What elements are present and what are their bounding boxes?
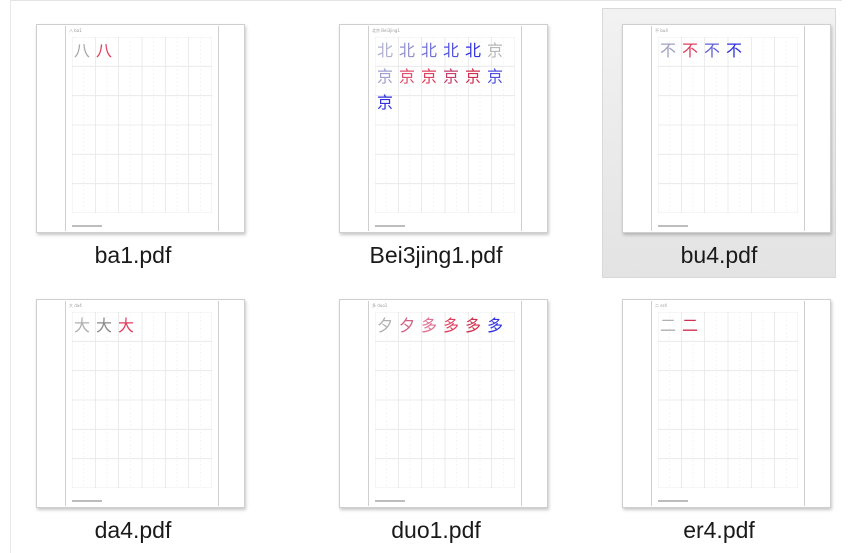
file-name-label: bu4.pdf	[680, 242, 758, 268]
stroke-order-characters: 大大大	[72, 313, 218, 339]
sheet-header-text: 不 bu4	[655, 28, 668, 33]
stroke-character: 北	[464, 41, 483, 60]
stroke-character: 北	[442, 41, 461, 60]
pdf-page-preview: 多 duo1 夕夕多多多多	[368, 301, 522, 506]
pdf-thumbnail: 多 duo1 夕夕多多多多	[339, 299, 548, 508]
stroke-character: 京	[486, 67, 505, 86]
stroke-character: 北	[398, 41, 417, 60]
sheet-footer-mark	[658, 225, 688, 227]
file-name-label: er4.pdf	[683, 517, 755, 543]
stroke-character: 大	[73, 316, 92, 335]
stroke-character: 多	[420, 316, 439, 335]
file-item[interactable]: 二 er4 二二 er4.pdf	[602, 283, 836, 553]
stroke-character: 不	[681, 41, 700, 60]
sheet-header-text: 北京 Bei3jing1	[372, 28, 400, 33]
file-name-label: ba1.pdf	[94, 242, 172, 268]
stroke-character: 二	[659, 316, 678, 335]
left-border	[10, 0, 11, 553]
stroke-character: 京	[376, 67, 395, 86]
stroke-character: 大	[117, 316, 136, 335]
pdf-thumbnail: 二 er4 二二	[622, 299, 831, 508]
stroke-character: 大	[95, 316, 114, 335]
pdf-page-preview: 大 da4 大大大	[65, 301, 219, 506]
stroke-character: 二	[681, 316, 700, 335]
sheet-header-text: 二 er4	[655, 303, 667, 308]
file-item[interactable]: 八 ba1 八八 ba1.pdf	[16, 8, 250, 278]
stroke-character: 京	[398, 67, 417, 86]
sheet-header-text: 多 duo1	[372, 303, 388, 308]
file-item[interactable]: 大 da4 大大大 da4.pdf	[16, 283, 250, 553]
stroke-character: 京	[486, 41, 505, 60]
top-border	[10, 0, 842, 1]
pdf-page-preview: 不 bu4 不不不不	[651, 26, 805, 231]
stroke-character: 多	[464, 316, 483, 335]
sheet-footer-mark	[72, 500, 102, 502]
pdf-page-preview: 二 er4 二二	[651, 301, 805, 506]
stroke-character: 多	[442, 316, 461, 335]
stroke-order-characters: 夕夕多多多多	[375, 313, 521, 339]
file-name-label: Bei3jing1.pdf	[369, 242, 503, 268]
pdf-thumbnail: 北京 Bei3jing1 北北北北北京京京京京京京京	[339, 24, 548, 233]
stroke-character: 夕	[376, 316, 395, 335]
file-item[interactable]: 多 duo1 夕夕多多多多 duo1.pdf	[319, 283, 553, 553]
file-name-label: da4.pdf	[94, 517, 172, 543]
stroke-character: 八	[95, 41, 114, 60]
stroke-character: 京	[442, 67, 461, 86]
file-item[interactable]: 不 bu4 不不不不 bu4.pdf	[602, 8, 836, 278]
stroke-character: 京	[420, 67, 439, 86]
sheet-footer-mark	[658, 500, 688, 502]
stroke-character: 夕	[398, 316, 417, 335]
sheet-header-text: 大 da4	[69, 303, 82, 308]
pdf-thumbnail: 八 ba1 八八	[36, 24, 245, 233]
sheet-header-text: 八 ba1	[69, 28, 82, 33]
pdf-page-preview: 八 ba1 八八	[65, 26, 219, 231]
file-name-label: duo1.pdf	[391, 517, 481, 543]
pdf-thumbnail: 不 bu4 不不不不	[622, 24, 831, 233]
file-browser-window: 八 ba1 八八 ba1.pdf 北京 Bei3jing1 北北北北北京京京京京京京京 B…	[0, 0, 852, 553]
stroke-character: 不	[659, 41, 678, 60]
stroke-order-characters: 二二	[658, 313, 804, 339]
stroke-order-characters: 八八	[72, 38, 218, 64]
stroke-character: 京	[376, 93, 395, 112]
stroke-character: 八	[73, 41, 92, 60]
stroke-character: 多	[486, 316, 505, 335]
stroke-character: 北	[420, 41, 439, 60]
stroke-character: 北	[376, 41, 395, 60]
stroke-character: 不	[703, 41, 722, 60]
pdf-page-preview: 北京 Bei3jing1 北北北北北京京京京京京京京	[368, 26, 522, 231]
stroke-order-characters: 不不不不	[658, 38, 804, 64]
file-item[interactable]: 北京 Bei3jing1 北北北北北京京京京京京京京 Bei3jing1.pdf	[319, 8, 553, 278]
stroke-character: 不	[725, 41, 744, 60]
pdf-thumbnail: 大 da4 大大大	[36, 299, 245, 508]
stroke-order-characters: 北北北北北京京京京京京京京	[375, 38, 521, 116]
sheet-footer-mark	[375, 500, 405, 502]
sheet-footer-mark	[72, 225, 102, 227]
sheet-footer-mark	[375, 225, 405, 227]
stroke-character: 京	[464, 67, 483, 86]
